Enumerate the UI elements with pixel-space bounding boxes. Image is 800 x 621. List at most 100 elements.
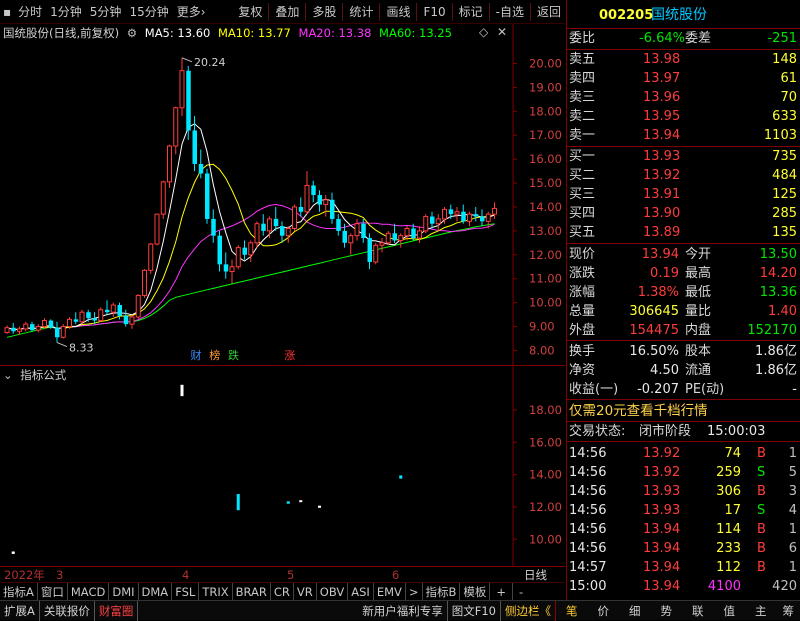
mark-button[interactable]: 标记 (455, 0, 487, 24)
related-quote-button[interactable]: 关联报价 (40, 601, 95, 621)
price-tick-label: 10.00 (529, 296, 562, 310)
fin-value: 1.86亿 (755, 342, 797, 361)
bid-row-3[interactable]: 买三 13.91 125 (567, 185, 800, 204)
tab-obv[interactable]: OBV (317, 583, 348, 601)
ask-row-4[interactable]: 卖四 13.97 61 (567, 69, 800, 88)
candle-body (480, 217, 485, 222)
candle-body (305, 185, 309, 211)
side-tab-ticks[interactable]: 笔 (556, 601, 588, 621)
bid-row-2[interactable]: 买二 13.92 484 (567, 166, 800, 185)
tick-row[interactable]: 14:56 13.93 17 S 4 (567, 501, 800, 520)
promo-link[interactable]: 仅需20元查看千档行情 (567, 401, 800, 421)
indicator-tick-label: 14.00 (529, 468, 562, 482)
overlay-button[interactable]: 叠加 (271, 0, 303, 24)
stock-code: 002205 (599, 6, 653, 25)
diamond-icon[interactable]: ◇ (479, 25, 488, 39)
tab-more[interactable]: 更多› (173, 0, 210, 24)
back-button[interactable]: 返回 (533, 0, 565, 24)
candle-body (36, 327, 40, 331)
tick-row[interactable]: 15:00 13.94 4100 420 (567, 577, 800, 596)
kline-chart[interactable]: 20.0019.0018.0017.0016.0015.0014.0013.00… (0, 24, 565, 366)
bid-row-1[interactable]: 买一 13.93 735 (567, 147, 800, 166)
tab-timeshare[interactable]: 分时 (14, 0, 46, 24)
wealth-circle-button[interactable]: 财富圈 (95, 601, 139, 621)
weibi-value: -6.64% (639, 29, 685, 48)
tick-side: B (757, 558, 766, 577)
tab-emv[interactable]: EMV (374, 583, 406, 601)
tabs-scroll-right[interactable]: > (406, 583, 423, 601)
ask-row-3[interactable]: 卖三 13.96 70 (567, 88, 800, 107)
candle-body (336, 219, 341, 231)
tick-row[interactable]: 14:56 13.94 114 B 1 (567, 520, 800, 539)
side-tab-detail[interactable]: 细 (619, 601, 651, 621)
indicator-panel[interactable]: 18.0016.0014.0012.0010.00 ⌄ 指标公式 (0, 366, 565, 566)
side-tab-link[interactable]: 联 (682, 601, 714, 621)
tab-trix[interactable]: TRIX (199, 583, 232, 601)
tab-dmi[interactable]: DMI (109, 583, 138, 601)
price-tick-label: 9.00 (529, 320, 555, 334)
tab-asi[interactable]: ASI (348, 583, 374, 601)
fin-row-turnover: 换手 16.50% 股本 1.86亿 (567, 342, 800, 361)
candle-body (299, 207, 304, 212)
indicator-chart[interactable]: 18.0016.0014.0012.0010.00 (0, 366, 565, 566)
tab-5min[interactable]: 5分钟 (86, 0, 126, 24)
ask-row-1[interactable]: 卖一 13.94 1103 (567, 126, 800, 145)
remove-panel-button[interactable]: - (513, 583, 529, 601)
settings-icon[interactable]: ⚙ (127, 26, 137, 40)
statistics-button[interactable]: 统计 (345, 0, 377, 24)
tick-row[interactable]: 14:56 13.92 259 S 5 (567, 463, 800, 482)
bid-row-4[interactable]: 买四 13.90 285 (567, 204, 800, 223)
tick-row[interactable]: 14:56 13.94 233 B 6 (567, 539, 800, 558)
bid-volume: 484 (772, 166, 797, 185)
tab-fsl[interactable]: FSL (172, 583, 199, 601)
side-tab-value[interactable]: 值 (714, 601, 746, 621)
tab-indicator-b[interactable]: 指标B (423, 583, 461, 601)
tick-row[interactable]: 14:57 13.94 112 B 1 (567, 558, 800, 577)
date-axis: 2022年 3 4 5 6 日线 (0, 566, 565, 582)
tab-dma[interactable]: DMA (139, 583, 173, 601)
tick-row[interactable]: 14:56 13.92 74 B 1 (567, 444, 800, 463)
quote-row-price: 现价 13.94 今开 13.50 (567, 245, 800, 264)
draw-line-button[interactable]: 画线 (382, 0, 414, 24)
tick-volume: 4100 (708, 577, 741, 596)
chevron-down-icon[interactable]: ⌄ (3, 368, 13, 382)
add-panel-button[interactable]: + (490, 583, 513, 601)
ask-row-2[interactable]: 卖二 13.95 633 (567, 107, 800, 126)
candle-body (155, 214, 159, 244)
kline-chart-panel[interactable]: 20.0019.0018.0017.0016.0015.0014.0013.00… (0, 24, 565, 366)
price-tick-label: 16.00 (529, 152, 562, 166)
tick-volume: 112 (716, 558, 741, 577)
side-tab-price[interactable]: 价 (588, 601, 620, 621)
tab-vr[interactable]: VR (294, 583, 317, 601)
f10-graphic-button[interactable]: 图文F10 (447, 601, 500, 621)
tab-window[interactable]: 窗口 (38, 583, 68, 601)
close-icon[interactable]: ✕ (497, 25, 507, 39)
multi-stock-button[interactable]: 多股 (308, 0, 340, 24)
new-user-promo-link[interactable]: 新用户福利专享 (358, 601, 447, 621)
tick-time: 15:00 (569, 577, 606, 596)
trade-status-time: 15:00:03 (707, 422, 765, 441)
daily-label[interactable]: 日线 (524, 567, 547, 583)
tab-macd[interactable]: MACD (68, 583, 109, 601)
promo-text: 仅需20元查看千档行情 (569, 401, 708, 421)
ask-row-5[interactable]: 卖五 13.98 148 (567, 50, 800, 69)
tab-1min[interactable]: 1分钟 (46, 0, 86, 24)
side-tab-trend[interactable]: 势 (651, 601, 683, 621)
tab-indicator-a[interactable]: 指标A (0, 583, 38, 601)
extend-a-button[interactable]: 扩展A (0, 601, 40, 621)
tab-brar[interactable]: BRAR (233, 583, 271, 601)
bid-row-5[interactable]: 买五 13.89 135 (567, 223, 800, 242)
tick-row[interactable]: 14:56 13.93 306 B 3 (567, 482, 800, 501)
trade-status-value: 闭市阶段 (639, 422, 691, 441)
tab-cr[interactable]: CR (271, 583, 294, 601)
menu-icon[interactable]: ▪ (0, 5, 14, 19)
f10-button[interactable]: F10 (419, 0, 449, 24)
tick-time: 14:56 (569, 520, 606, 539)
restore-rights-button[interactable]: 复权 (234, 0, 266, 24)
side-tab-chips[interactable]: 筹 (777, 601, 800, 621)
sidebar-toggle-button[interactable]: 侧边栏《 (500, 601, 556, 621)
side-tab-main[interactable]: 主 (745, 601, 777, 621)
tab-15min[interactable]: 15分钟 (125, 0, 172, 24)
tab-template[interactable]: 模板 (460, 583, 490, 601)
remove-watchlist-button[interactable]: -自选 (492, 0, 528, 24)
